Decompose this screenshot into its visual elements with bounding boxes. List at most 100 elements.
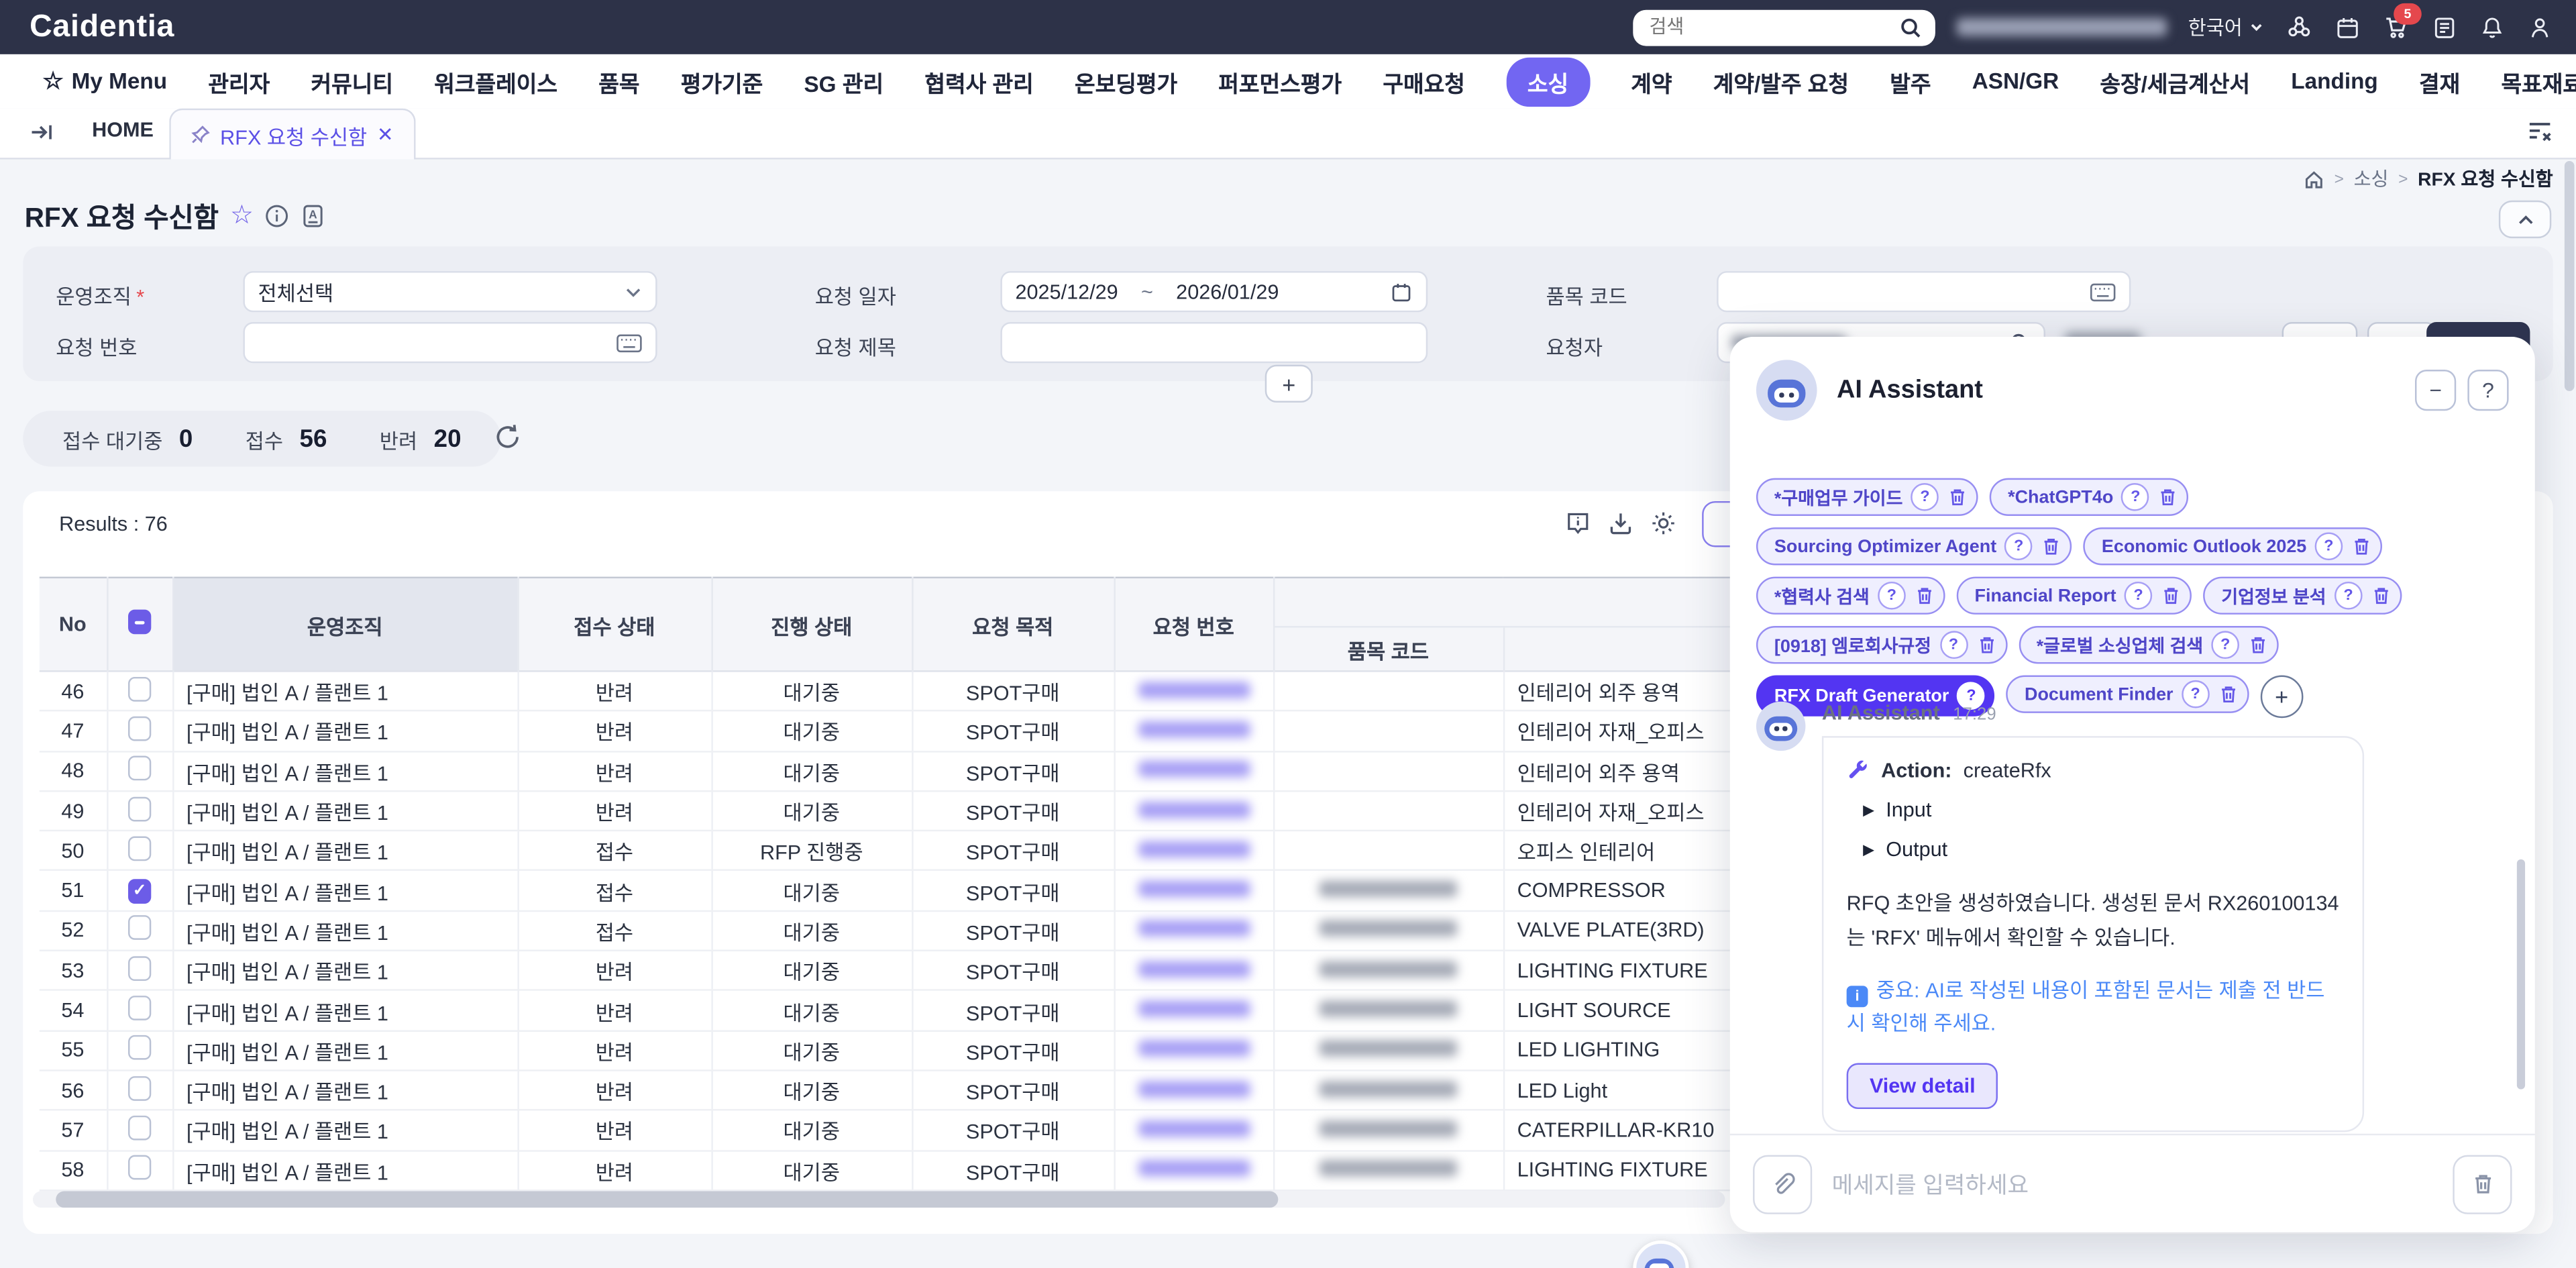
ai-chip-2[interactable]: Sourcing Optimizer Agent? <box>1756 527 2072 565</box>
ai-help-button[interactable]: ? <box>2467 370 2508 411</box>
chip-delete-icon[interactable] <box>2157 486 2179 508</box>
pin-sidebar-icon[interactable] <box>30 120 54 145</box>
nav-item-16[interactable]: 송장/세금계산서 <box>2100 65 2250 98</box>
info-icon[interactable] <box>265 203 290 227</box>
chip-delete-icon[interactable] <box>1976 634 1997 655</box>
chip-delete-icon[interactable] <box>2247 634 2269 655</box>
request-no-redacted[interactable] <box>1138 841 1250 857</box>
nav-item-4[interactable]: 품목 <box>598 65 639 98</box>
request-title-input[interactable] <box>1000 322 1428 363</box>
row-checkbox[interactable] <box>128 996 151 1020</box>
minimize-ai-panel-button[interactable]: − <box>2415 370 2456 411</box>
request-no-redacted[interactable] <box>1138 1080 1250 1096</box>
chip-help-icon[interactable]: ? <box>1911 483 1939 511</box>
nav-item-6[interactable]: SG 관리 <box>804 65 883 98</box>
page-scrollbar-thumb[interactable] <box>2565 161 2575 391</box>
cell-request-no-link[interactable] <box>1114 711 1273 751</box>
cell-request-no-link[interactable] <box>1114 1031 1273 1071</box>
chip-help-icon[interactable]: ? <box>2125 582 2153 610</box>
col-org[interactable]: 운영조직 <box>172 578 517 672</box>
request-no-redacted[interactable] <box>1138 721 1250 737</box>
col-request-no[interactable]: 요청 번호 <box>1114 578 1273 672</box>
row-checkbox[interactable] <box>128 956 151 981</box>
expand-filter-button[interactable]: + <box>1265 365 1313 403</box>
cell-select[interactable]: ✓ <box>107 871 172 911</box>
ai-chip-1[interactable]: *ChatGPT4o? <box>1990 478 2189 516</box>
nav-item-1[interactable]: 관리자 <box>208 65 270 98</box>
request-no-redacted[interactable] <box>1138 881 1250 897</box>
cell-select[interactable] <box>107 1110 172 1151</box>
note-icon[interactable] <box>2431 14 2457 40</box>
col-select-all[interactable] <box>107 578 172 672</box>
cell-request-no-link[interactable] <box>1114 831 1273 871</box>
ai-chip-6[interactable]: 기업정보 분석? <box>2203 577 2402 615</box>
col-receipt-status[interactable]: 접수 상태 <box>517 578 711 672</box>
request-no-redacted[interactable] <box>1138 1041 1250 1057</box>
ai-chip-0[interactable]: *구매업무 가이드? <box>1756 478 1978 516</box>
row-checkbox[interactable] <box>128 717 151 741</box>
nav-item-5[interactable]: 평가기준 <box>681 65 763 98</box>
cell-request-no-link[interactable] <box>1114 1110 1273 1151</box>
chip-help-icon[interactable]: ? <box>2211 631 2239 659</box>
nav-item-13[interactable]: 계약/발주 요청 <box>1713 65 1849 98</box>
chip-help-icon[interactable]: ? <box>2122 483 2150 511</box>
cell-request-no-link[interactable] <box>1114 1150 1273 1190</box>
row-checkbox[interactable] <box>128 1116 151 1141</box>
tab-close-icon[interactable]: ✕ <box>377 123 394 146</box>
close-all-tabs-icon[interactable] <box>2527 120 2553 143</box>
chat-message-input[interactable]: 메세지를 입력하세요 <box>1832 1167 2433 1200</box>
nav-item-9[interactable]: 퍼포먼스평가 <box>1218 65 1342 98</box>
org-select[interactable]: 전체선택 <box>243 271 657 312</box>
nav-item-7[interactable]: 협력사 관리 <box>924 65 1033 98</box>
row-checkbox[interactable]: ✓ <box>128 880 151 904</box>
col-item-code[interactable]: 품목 코드 <box>1273 627 1503 671</box>
request-no-redacted[interactable] <box>1138 1120 1250 1137</box>
select-all-checkbox[interactable] <box>128 610 151 635</box>
cell-request-no-link[interactable] <box>1114 671 1273 711</box>
date-from-value[interactable]: 2025/12/29 <box>1015 280 1118 303</box>
row-checkbox[interactable] <box>128 916 151 941</box>
row-checkbox[interactable] <box>128 1075 151 1100</box>
chip-delete-icon[interactable] <box>2161 585 2182 606</box>
request-no-redacted[interactable] <box>1138 961 1250 977</box>
refresh-icon[interactable] <box>493 422 523 452</box>
nav-item-10[interactable]: 구매요청 <box>1383 65 1465 98</box>
row-checkbox[interactable] <box>128 756 151 781</box>
breadcrumb-sourcing[interactable]: 소싱 <box>2354 166 2389 192</box>
item-code-input[interactable] <box>1717 271 2131 312</box>
horizontal-scrollbar[interactable] <box>33 1192 1725 1208</box>
cell-request-no-link[interactable] <box>1114 951 1273 991</box>
request-no-redacted[interactable] <box>1138 681 1250 697</box>
chip-help-icon[interactable]: ? <box>2315 532 2343 560</box>
cell-request-no-link[interactable] <box>1114 1070 1273 1110</box>
cell-request-no-link[interactable] <box>1114 990 1273 1031</box>
col-progress-status[interactable]: 진행 상태 <box>711 578 912 672</box>
manual-icon[interactable]: A <box>301 203 326 227</box>
floating-ai-button[interactable] <box>1633 1240 1688 1268</box>
row-checkbox[interactable] <box>128 836 151 861</box>
nav-item-14[interactable]: 발주 <box>1890 65 1931 98</box>
nav-item-8[interactable]: 온보딩평가 <box>1075 65 1177 98</box>
tab-rfx-inbox[interactable]: RFX 요청 수신함 ✕ <box>169 109 415 160</box>
row-checkbox[interactable] <box>128 1155 151 1180</box>
ai-chip-7[interactable]: [0918] 엠로회사규정? <box>1756 626 2007 664</box>
cell-select[interactable] <box>107 751 172 791</box>
output-toggle[interactable]: ▶Output <box>1863 838 2339 861</box>
nav-item-2[interactable]: 커뮤니티 <box>311 65 393 98</box>
settings-gear-icon[interactable] <box>1650 509 1678 537</box>
chip-delete-icon[interactable] <box>1947 486 1969 508</box>
request-no-redacted[interactable] <box>1138 1160 1250 1176</box>
nav-item-15[interactable]: ASN/GR <box>1972 69 2059 94</box>
clear-chat-button[interactable] <box>2453 1154 2512 1213</box>
collapse-filter-button[interactable] <box>2499 201 2551 238</box>
search-icon[interactable] <box>1899 15 1922 38</box>
cell-select[interactable] <box>107 1070 172 1110</box>
cell-request-no-link[interactable] <box>1114 910 1273 951</box>
calendar-icon[interactable] <box>2334 14 2361 40</box>
chip-delete-icon[interactable] <box>2041 535 2062 557</box>
chip-delete-icon[interactable] <box>2371 585 2392 606</box>
download-icon[interactable] <box>1607 509 1635 537</box>
cell-select[interactable] <box>107 1031 172 1071</box>
chip-help-icon[interactable]: ? <box>2004 532 2033 560</box>
nav-item-17[interactable]: Landing <box>2291 69 2377 94</box>
